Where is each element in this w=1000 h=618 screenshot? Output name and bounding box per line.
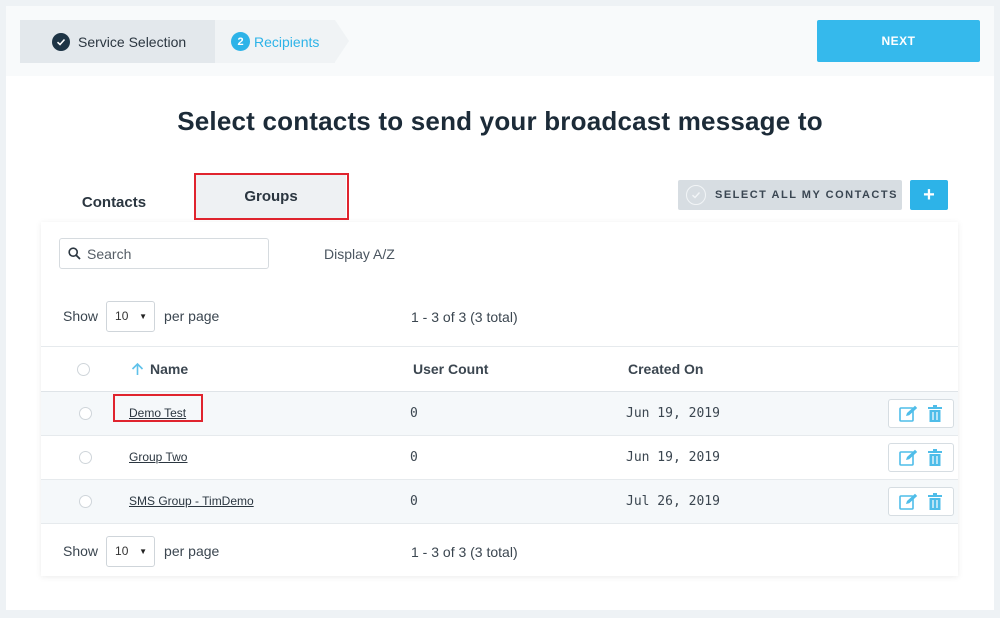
step-number-badge: 2 (231, 32, 250, 51)
per-page-label: per page (164, 308, 220, 324)
user-count: 0 (410, 406, 418, 421)
group-name-link[interactable]: Demo Test (129, 406, 186, 420)
check-circle-icon (686, 185, 706, 205)
table-row: SMS Group - TimDemo 0 Jul 26, 2019 (41, 480, 958, 524)
search-box[interactable] (59, 238, 269, 269)
row-select-radio[interactable] (79, 407, 92, 420)
step-service-selection[interactable]: Service Selection (20, 20, 229, 63)
edit-icon[interactable] (899, 449, 918, 466)
edit-icon[interactable] (899, 405, 918, 422)
per-page-select-bottom[interactable]: 10 ▼ (106, 535, 156, 567)
sort-arrow-up-icon[interactable] (131, 362, 144, 376)
select-all-label: SELECT ALL MY CONTACTS (715, 189, 898, 201)
groups-card: Display A/Z Show 10 ▼ per page 1 - 3 of … (41, 222, 958, 576)
wizard-steps: Service Selection 2 Recipients (20, 20, 350, 63)
step-service-selection-label: Service Selection (78, 33, 187, 50)
pagination-top: Show 10 ▼ per page (63, 300, 219, 332)
page-title: Select contacts to send your broadcast m… (177, 106, 823, 136)
range-text-top: 1 - 3 of 3 (3 total) (411, 309, 518, 325)
next-button[interactable]: NEXT (817, 20, 980, 62)
tab-contacts[interactable]: Contacts (64, 182, 164, 222)
table-row: Demo Test 0 Jun 19, 2019 (41, 392, 958, 436)
row-select-radio[interactable] (79, 495, 92, 508)
row-actions (888, 443, 954, 472)
check-icon (52, 32, 70, 51)
created-on: Jun 19, 2019 (626, 450, 720, 465)
pagination-bottom: Show 10 ▼ per page (63, 535, 219, 567)
created-on: Jul 26, 2019 (626, 494, 720, 509)
per-page-select-top[interactable]: 10 ▼ (106, 300, 156, 332)
step-recipients[interactable]: 2 Recipients (215, 20, 349, 63)
caret-down-icon: ▼ (139, 546, 148, 556)
created-on: Jun 19, 2019 (626, 406, 720, 421)
row-select-radio[interactable] (79, 451, 92, 464)
row-actions (888, 487, 954, 516)
column-header-user-count[interactable]: User Count (413, 361, 488, 377)
search-input[interactable] (87, 245, 257, 262)
user-count: 0 (410, 494, 418, 509)
wizard-bar: Service Selection 2 Recipients NEXT (6, 6, 994, 76)
step-recipients-label: Recipients (254, 33, 320, 50)
caret-down-icon: ▼ (139, 311, 148, 321)
row-actions (888, 399, 954, 428)
edit-icon[interactable] (899, 493, 918, 510)
add-group-button[interactable]: + (910, 180, 948, 210)
table-row: Group Two 0 Jun 19, 2019 (41, 436, 958, 480)
group-name-link[interactable]: SMS Group - TimDemo (129, 494, 254, 508)
per-page-value: 10 (115, 544, 129, 558)
per-page-value: 10 (115, 309, 129, 323)
per-page-label: per page (164, 543, 220, 559)
select-all-radio[interactable] (77, 363, 90, 376)
tab-groups[interactable]: Groups (196, 175, 346, 218)
app-frame: Service Selection 2 Recipients NEXT Sele… (6, 6, 994, 610)
trash-icon[interactable] (927, 448, 943, 467)
show-label: Show (63, 543, 99, 559)
column-header-created-on[interactable]: Created On (628, 361, 703, 377)
display-az-toggle[interactable]: Display A/Z (324, 246, 395, 262)
select-all-contacts-button[interactable]: SELECT ALL MY CONTACTS (678, 180, 902, 210)
user-count: 0 (410, 450, 418, 465)
group-name-link[interactable]: Group Two (129, 450, 187, 464)
show-label: Show (63, 308, 99, 324)
search-icon (68, 247, 81, 260)
trash-icon[interactable] (927, 404, 943, 423)
table-header: Name User Count Created On (41, 346, 958, 392)
range-text-bottom: 1 - 3 of 3 (3 total) (411, 544, 518, 560)
trash-icon[interactable] (927, 492, 943, 511)
column-header-name[interactable]: Name (150, 361, 188, 377)
